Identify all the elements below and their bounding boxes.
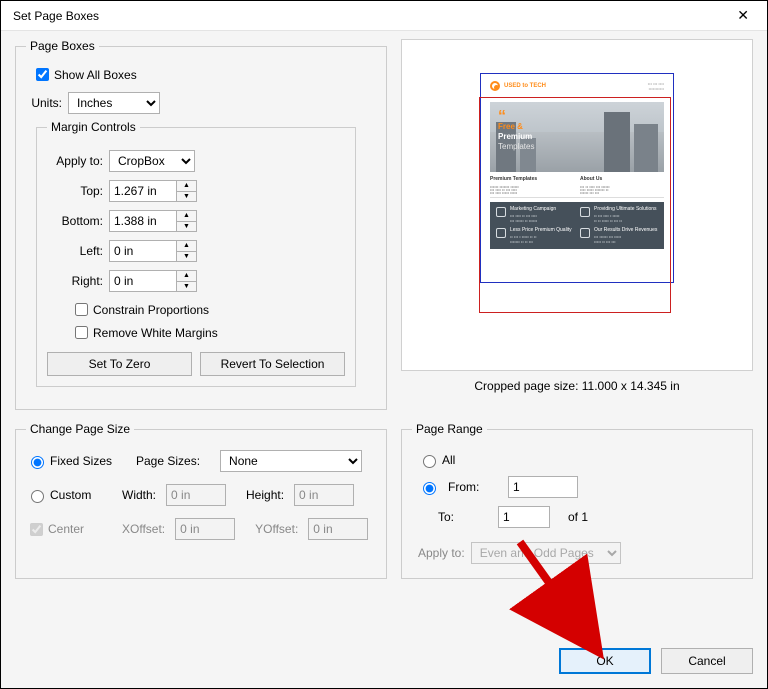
remove-white-margins-label: Remove White Margins [93, 326, 218, 340]
all-pages-label: All [442, 453, 455, 467]
spin-down-icon[interactable]: ▼ [177, 222, 196, 232]
ok-button[interactable]: OK [559, 648, 651, 674]
change-page-size-group: Change Page Size Fixed Sizes Page Sizes:… [15, 422, 387, 579]
spin-up-icon[interactable]: ▲ [177, 241, 196, 252]
revert-selection-button[interactable]: Revert To Selection [200, 352, 345, 376]
custom-radio[interactable] [31, 490, 44, 503]
margin-bottom-label: Bottom: [47, 214, 103, 228]
spin-down-icon[interactable]: ▼ [177, 252, 196, 262]
set-to-zero-button[interactable]: Set To Zero [47, 352, 192, 376]
margin-right-spinner[interactable]: ▲▼ [109, 270, 197, 292]
show-all-boxes-checkbox[interactable] [36, 68, 49, 81]
page-boxes-group: Page Boxes Show All Boxes Units: Inches … [15, 39, 387, 410]
from-radio[interactable] [423, 482, 436, 495]
apply-to-select[interactable]: CropBox [109, 150, 195, 172]
margin-controls-group: Margin Controls Apply to: CropBox Top: ▲… [36, 120, 356, 387]
page-range-group: Page Range All From: To: of 1 Apply to: [401, 422, 753, 579]
range-apply-to-label: Apply to: [418, 546, 465, 560]
range-apply-to-select: Even and Odd Pages [471, 542, 621, 564]
margin-right-input[interactable] [110, 271, 176, 291]
page-range-legend: Page Range [412, 422, 487, 436]
height-label: Height: [246, 488, 284, 502]
all-pages-radio[interactable] [423, 455, 436, 468]
margin-left-label: Left: [47, 244, 103, 258]
cancel-button[interactable]: Cancel [661, 648, 753, 674]
margin-left-spinner[interactable]: ▲▼ [109, 240, 197, 262]
dialog-content: Page Boxes Show All Boxes Units: Inches … [1, 31, 767, 688]
margin-left-input[interactable] [110, 241, 176, 261]
units-label: Units: [26, 96, 68, 110]
width-label: Width: [122, 488, 156, 502]
margin-controls-legend: Margin Controls [47, 120, 140, 134]
custom-label: Custom [50, 488, 91, 502]
titlebar: Set Page Boxes ✕ [1, 1, 767, 31]
margin-bottom-input[interactable] [110, 211, 176, 231]
hero-templates: Templates [498, 142, 534, 152]
constrain-proportions-checkbox[interactable] [75, 303, 88, 316]
preview-page: USED to TECH ••• ••• ••••••••••••••• “ F… [482, 75, 672, 335]
hero-premium: Premium [498, 132, 534, 142]
margin-bottom-spinner[interactable]: ▲▼ [109, 210, 197, 232]
margin-right-label: Right: [47, 274, 103, 288]
margin-top-spinner[interactable]: ▲▼ [109, 180, 197, 202]
from-label: From: [448, 480, 488, 494]
center-label: Center [48, 522, 84, 536]
units-select[interactable]: Inches [68, 92, 160, 114]
yoffset-input [308, 518, 368, 540]
change-page-size-legend: Change Page Size [26, 422, 134, 436]
xoffset-input [175, 518, 235, 540]
height-input [294, 484, 354, 506]
remove-white-margins-checkbox[interactable] [75, 326, 88, 339]
window-title: Set Page Boxes [13, 9, 99, 23]
apply-to-label: Apply to: [47, 154, 103, 168]
show-all-boxes-label: Show All Boxes [54, 68, 137, 82]
xoffset-label: XOffset: [122, 522, 165, 536]
fixed-sizes-radio[interactable] [31, 456, 44, 469]
dialog-footer: OK Cancel [15, 648, 753, 688]
spin-up-icon[interactable]: ▲ [177, 211, 196, 222]
spin-down-icon[interactable]: ▼ [177, 282, 196, 292]
page-sizes-label: Page Sizes: [136, 454, 200, 468]
hero-free: Free & [498, 122, 534, 132]
close-icon[interactable]: ✕ [731, 7, 755, 24]
center-checkbox [30, 523, 43, 536]
fixed-sizes-label: Fixed Sizes [50, 454, 112, 468]
spin-up-icon[interactable]: ▲ [177, 181, 196, 192]
yoffset-label: YOffset: [255, 522, 298, 536]
from-input[interactable] [508, 476, 578, 498]
width-input [166, 484, 226, 506]
margin-top-input[interactable] [110, 181, 176, 201]
to-input[interactable] [498, 506, 550, 528]
quote-icon: “ [498, 112, 534, 122]
to-label: To: [438, 510, 478, 524]
preview-area: USED to TECH ••• ••• ••••••••••••••• “ F… [401, 39, 753, 422]
page-sizes-select[interactable]: None [220, 450, 362, 472]
spin-up-icon[interactable]: ▲ [177, 271, 196, 282]
preview-caption: Cropped page size: 11.000 x 14.345 in [401, 379, 753, 393]
logo-icon [490, 81, 500, 91]
dialog-window: Set Page Boxes ✕ Page Boxes Show All Box… [0, 0, 768, 689]
constrain-proportions-label: Constrain Proportions [93, 303, 209, 317]
margin-top-label: Top: [47, 184, 103, 198]
page-boxes-legend: Page Boxes [26, 39, 99, 53]
of-pages-text: of 1 [568, 510, 588, 524]
spin-down-icon[interactable]: ▼ [177, 192, 196, 202]
preview-box: USED to TECH ••• ••• ••••••••••••••• “ F… [401, 39, 753, 371]
